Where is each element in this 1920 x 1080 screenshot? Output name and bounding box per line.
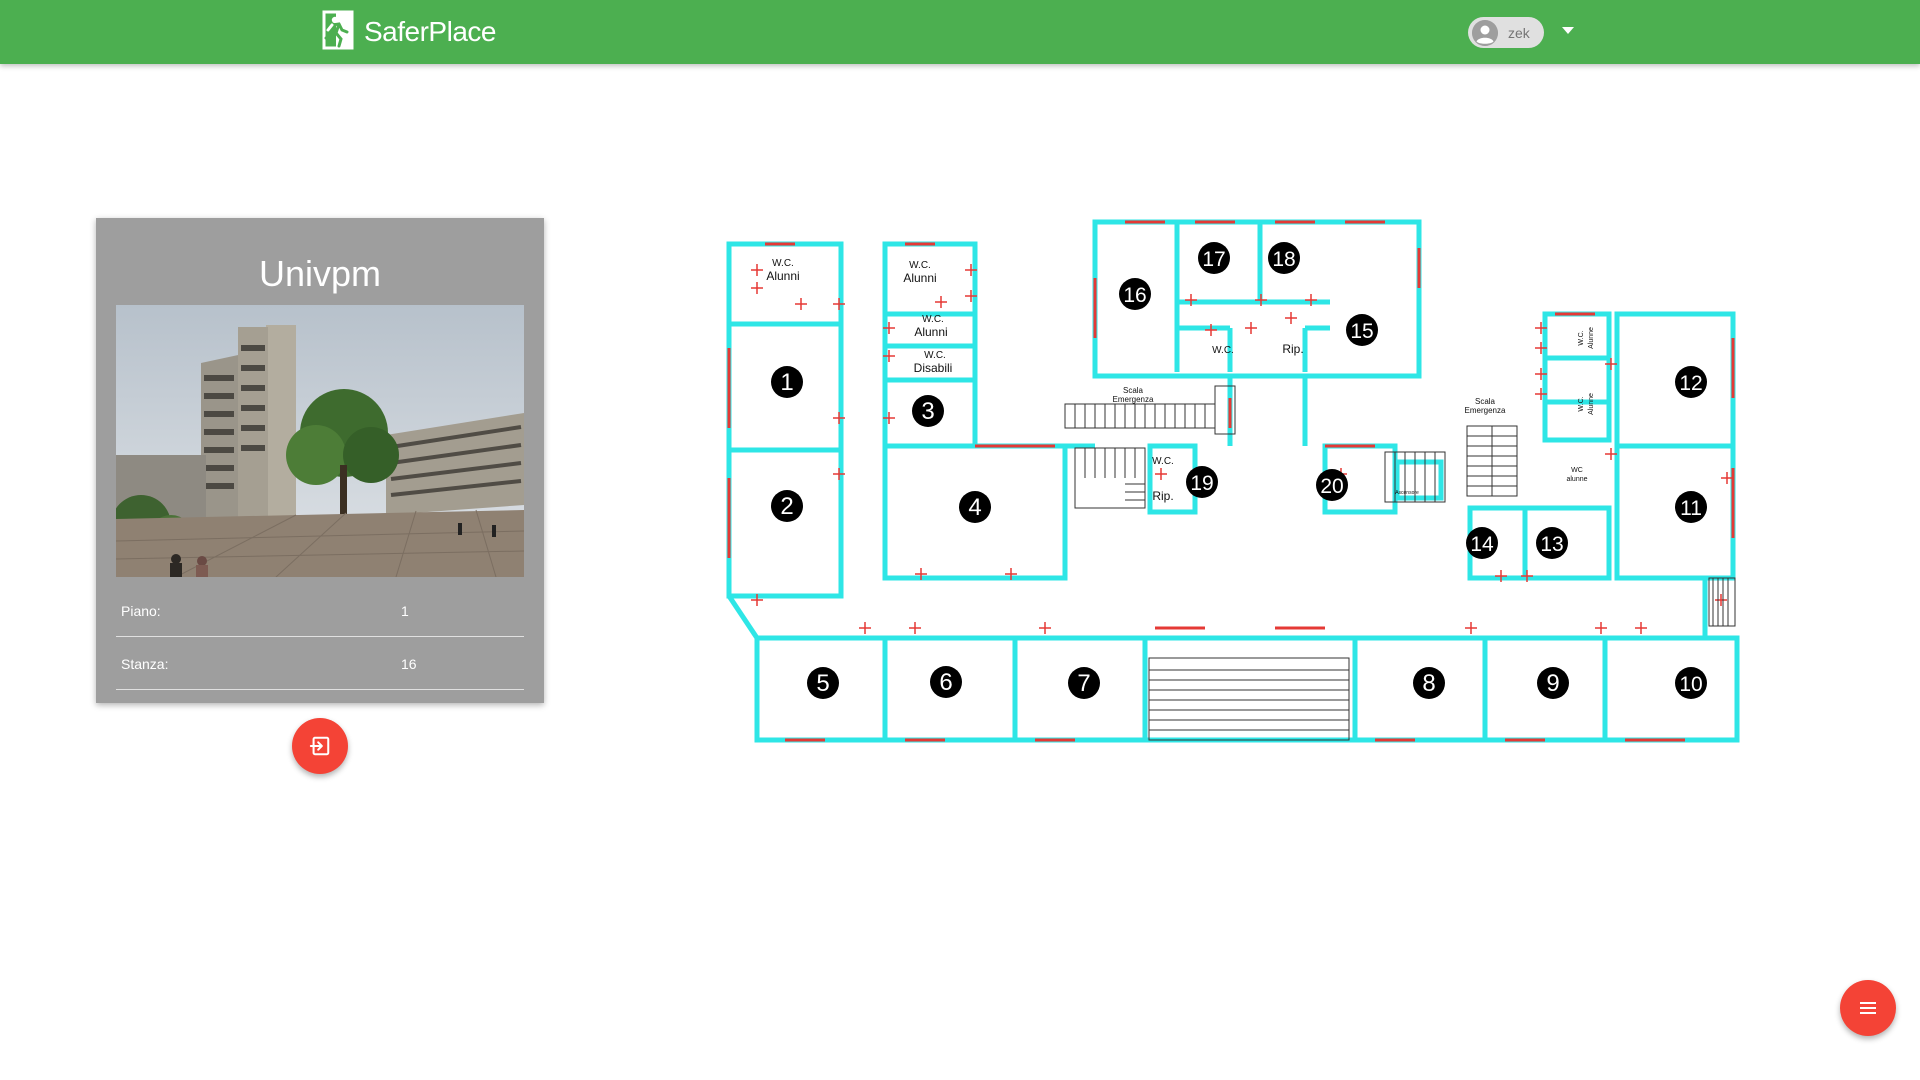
user-name: zek <box>1508 24 1530 41</box>
label-wc-alunne: WC <box>1571 467 1583 474</box>
room-marker-15[interactable]: 15 <box>1346 314 1378 346</box>
room-marker-17[interactable]: 17 <box>1198 242 1230 274</box>
label-stairs-1: Scala <box>1123 386 1144 395</box>
room-marker-10[interactable]: 10 <box>1675 667 1707 699</box>
label-wc-r1: W.C. <box>1578 330 1585 345</box>
room-marker-8[interactable]: 8 <box>1413 667 1445 699</box>
label-wc-r1b: Alunne <box>1588 327 1595 349</box>
room-number: 19 <box>1190 472 1213 495</box>
label-wc-alunne-b: alunne <box>1566 476 1587 483</box>
label-stairs-2b: Emergenza <box>1465 406 1506 415</box>
label-wc-1: W.C. <box>772 258 794 269</box>
label-wc-dis-b: Disabili <box>914 361 953 375</box>
building-photo <box>116 305 524 577</box>
room-marker-6[interactable]: 6 <box>930 666 962 698</box>
room-number: 3 <box>921 398 934 425</box>
floor-label: Piano: <box>121 603 161 619</box>
account-circle-icon <box>1472 19 1498 46</box>
label-wc-mid: W.C. <box>1152 456 1174 467</box>
room-number: 7 <box>1077 670 1090 697</box>
label-wc-3: W.C. <box>922 314 944 325</box>
room-marker-3[interactable]: 3 <box>912 395 944 427</box>
brand[interactable]: SaferPlace <box>322 10 496 55</box>
info-row-floor: Piano: 1 <box>116 584 524 637</box>
user-chip[interactable]: zek <box>1468 17 1544 48</box>
floor-plan-stairs <box>1064 385 1736 741</box>
label-wc-dis: W.C. <box>924 350 946 361</box>
room-marker-4[interactable]: 4 <box>959 491 991 523</box>
room-markers: 1 2 3 4 5 6 7 8 9 10 11 12 13 14 15 16 1… <box>771 242 1707 699</box>
room-number: 20 <box>1320 475 1343 498</box>
room-number: 18 <box>1272 248 1295 271</box>
room-number: 15 <box>1350 320 1373 343</box>
exit-to-app-icon <box>309 735 331 757</box>
menu-button[interactable] <box>1840 980 1896 1036</box>
room-marker-5[interactable]: 5 <box>807 667 839 699</box>
room-number: 14 <box>1470 533 1494 556</box>
room-marker-18[interactable]: 18 <box>1268 242 1300 274</box>
info-row-room: Stanza: 16 <box>116 637 524 690</box>
room-marker-20[interactable]: 20 <box>1316 469 1348 501</box>
label-lift: Ascensore <box>1395 490 1419 496</box>
room-number: 5 <box>816 670 829 697</box>
label-wc-top: W.C. <box>1212 345 1234 356</box>
room-marker-7[interactable]: 7 <box>1068 667 1100 699</box>
card-title: Univpm <box>258 253 382 294</box>
floor-value: 1 <box>401 603 409 619</box>
label-rip-mid: Rip. <box>1152 489 1173 503</box>
room-number: 8 <box>1422 670 1435 697</box>
room-value: 16 <box>401 656 417 672</box>
arrow-drop-down-icon[interactable] <box>1562 27 1574 34</box>
room-marker-2[interactable]: 2 <box>771 490 803 522</box>
room-marker-12[interactable]: 12 <box>1675 366 1707 398</box>
room-marker-13[interactable]: 13 <box>1536 527 1568 559</box>
room-label: Stanza: <box>121 656 169 672</box>
label-wc-1b: Alunni <box>766 269 799 283</box>
room-number: 4 <box>968 494 981 521</box>
room-marker-11[interactable]: 11 <box>1675 491 1707 523</box>
room-number: 6 <box>939 669 952 696</box>
room-marker-16[interactable]: 16 <box>1119 278 1151 310</box>
room-marker-14[interactable]: 14 <box>1466 527 1498 559</box>
location-card: Univpm Piano: 1 Stanza: 16 <box>96 218 544 703</box>
room-number: 12 <box>1679 372 1702 395</box>
label-wc-r2b: Alunne <box>1588 393 1595 415</box>
menu-icon <box>1858 998 1878 1018</box>
label-wc-2b: Alunni <box>903 271 936 285</box>
label-wc-r2: W.C. <box>1578 396 1585 411</box>
brand-name: SaferPlace <box>364 16 496 47</box>
room-number: 13 <box>1540 533 1563 556</box>
room-marker-19[interactable]: 19 <box>1186 466 1218 498</box>
room-number: 17 <box>1202 248 1225 271</box>
top-app-bar: SaferPlace zek <box>0 0 1920 64</box>
label-stairs-1b: Emergenza <box>1113 395 1154 404</box>
label-rip-top: Rip. <box>1282 342 1303 356</box>
room-marker-1[interactable]: 1 <box>771 366 803 398</box>
label-stairs-2: Scala <box>1475 397 1496 406</box>
floor-plan: W.C. Alunni W.C. Alunni W.C. Alunni W.C.… <box>726 219 1740 743</box>
room-number: 10 <box>1679 673 1702 696</box>
room-marker-9[interactable]: 9 <box>1537 667 1569 699</box>
room-number: 11 <box>1680 497 1702 520</box>
label-wc-3b: Alunni <box>914 325 947 339</box>
room-number: 1 <box>780 369 793 396</box>
label-wc-2: W.C. <box>909 260 931 271</box>
room-number: 9 <box>1546 670 1559 697</box>
exit-button[interactable] <box>292 718 348 774</box>
logo-icon <box>322 10 354 55</box>
room-number: 2 <box>780 493 793 520</box>
room-number: 16 <box>1123 284 1146 307</box>
